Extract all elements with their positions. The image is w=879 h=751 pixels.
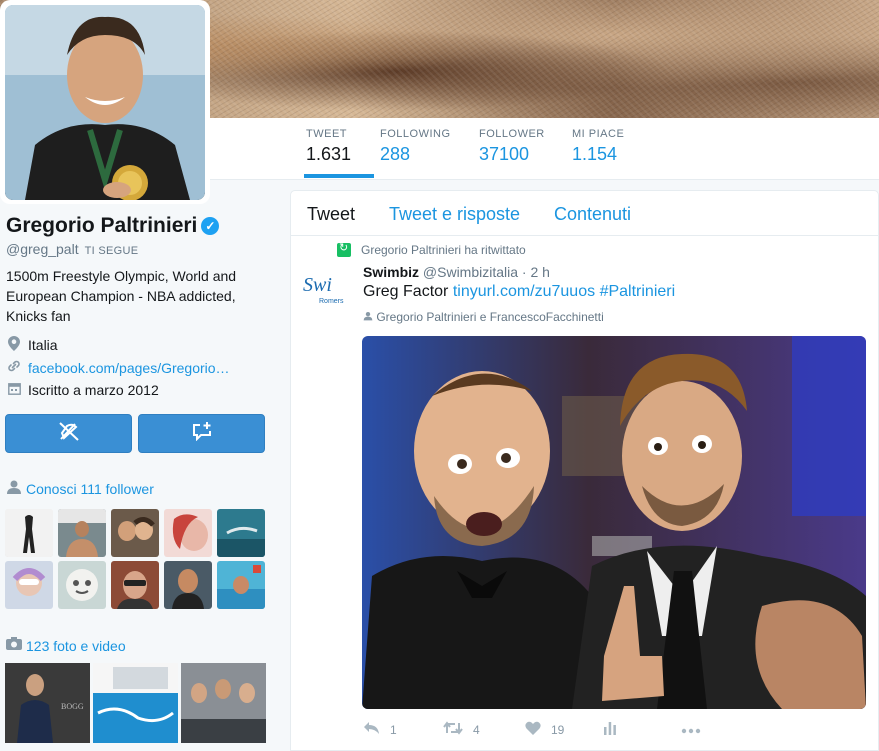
tweet-body: Greg Factor <box>363 283 449 300</box>
media-thumb[interactable]: BOGG <box>5 663 90 743</box>
like-button[interactable]: 19 <box>525 721 564 738</box>
retweeted-by-text[interactable]: Gregorio Paltrinieri ha ritwittato <box>361 243 526 257</box>
compose-feather-icon <box>58 421 80 446</box>
analytics-button[interactable] <box>603 721 617 738</box>
heart-icon <box>525 721 541 738</box>
profile-avatar[interactable] <box>5 5 205 200</box>
reply-button[interactable]: 1 <box>363 721 397 738</box>
location-text: Italia <box>28 337 58 353</box>
follower-thumb[interactable] <box>58 509 106 557</box>
follower-thumb[interactable] <box>217 509 265 557</box>
nav-active-indicator <box>304 174 374 178</box>
profile-joined: Iscritto a marzo 2012 <box>6 382 159 398</box>
photos-videos-link[interactable]: 123 foto e video <box>6 637 126 654</box>
joined-text: Iscritto a marzo 2012 <box>28 382 159 398</box>
link-icon <box>6 359 22 376</box>
nav-label: FOLLOWER <box>479 128 545 140</box>
user-icon <box>6 480 22 498</box>
photos-videos-text: 123 foto e video <box>26 637 126 654</box>
profile-handle-row: @greg_palt TI SEGUE <box>6 241 138 257</box>
profile-bio: 1500m Freestyle Olympic, World and Europ… <box>6 268 237 324</box>
follower-thumb[interactable] <box>5 561 53 609</box>
tweet-author-avatar[interactable]: Swi Romers <box>303 269 351 317</box>
bar-chart-icon <box>603 721 617 738</box>
profile-name[interactable]: Gregorio Paltrinieri ✓ <box>6 214 220 238</box>
media-thumb[interactable] <box>93 663 178 743</box>
tagged-users-text: Gregorio Paltrinieri e FrancescoFacchine… <box>376 310 604 324</box>
avatar-logo-subtext: Romers <box>319 298 344 305</box>
tagged-user-icon <box>363 310 376 324</box>
message-button[interactable] <box>138 414 265 453</box>
nav-label: MI PIACE <box>572 128 625 140</box>
nav-label: FOLLOWING <box>380 128 451 140</box>
like-count: 19 <box>551 722 565 737</box>
tweet-time[interactable]: · 2 h <box>522 264 550 280</box>
follower-thumb[interactable] <box>164 509 212 557</box>
follower-thumb[interactable] <box>58 561 106 609</box>
svg-text:BOGG: BOGG <box>61 702 84 711</box>
follower-thumb[interactable] <box>111 561 159 609</box>
nav-value: 37100 <box>479 144 530 164</box>
tab-media[interactable]: Contenuti <box>554 204 631 225</box>
nav-label: TWEET <box>306 128 347 140</box>
timeline-tabs: Tweet Tweet e risposte Contenuti <box>291 191 878 236</box>
retweet-button[interactable]: 4 <box>443 721 480 738</box>
timeline: Tweet Tweet e risposte Contenuti Gregori… <box>290 190 879 751</box>
followers-you-know-text: Conosci 111 follower <box>26 481 154 497</box>
avatar-logo-text: Swi <box>303 274 332 296</box>
reply-icon <box>363 721 380 738</box>
more-dots-icon <box>681 721 701 737</box>
tweet-photo[interactable] <box>362 336 866 709</box>
nav-tweets[interactable]: TWEET 1.631 <box>306 128 351 165</box>
media-thumb[interactable] <box>181 663 266 743</box>
profile-avatar-frame <box>0 0 210 204</box>
more-button[interactable] <box>681 721 701 737</box>
tweet-text: Greg Factor tinyurl.com/zu7uuos #Paltrin… <box>363 283 675 301</box>
website-link[interactable]: facebook.com/pages/Gregorio… <box>28 360 230 376</box>
calendar-icon <box>6 382 22 398</box>
profile-handle[interactable]: @greg_palt <box>6 241 79 257</box>
nav-following[interactable]: FOLLOWING 288 <box>380 128 451 165</box>
profile-location: Italia <box>6 336 58 354</box>
retweet-icon <box>337 241 351 257</box>
tweet-actions: 1 4 19 <box>363 721 783 743</box>
retweet-context: Gregorio Paltrinieri ha ritwittato <box>337 241 526 257</box>
follower-thumb[interactable] <box>111 509 159 557</box>
tweet-author-handle[interactable]: @Swimbizitalia <box>423 264 518 280</box>
camera-icon <box>6 637 22 654</box>
follower-thumb[interactable] <box>217 561 265 609</box>
new-message-icon <box>191 421 213 446</box>
tweet-header: Swimbiz @Swimbizitalia · 2 h <box>363 264 550 280</box>
nav-value: 288 <box>380 144 411 164</box>
tweet-hashtag[interactable]: #Paltrinieri <box>600 283 676 300</box>
nav-followers[interactable]: FOLLOWER 37100 <box>479 128 545 165</box>
tweet-author-name[interactable]: Swimbiz <box>363 264 419 280</box>
nav-value: 1.631 <box>306 144 352 164</box>
profile-website: facebook.com/pages/Gregorio… <box>6 359 230 376</box>
nav-likes[interactable]: MI PIACE 1.154 <box>572 128 624 165</box>
follower-thumb[interactable] <box>5 509 53 557</box>
tagged-users[interactable]: Gregorio Paltrinieri e FrancescoFacchine… <box>363 310 604 324</box>
tweet-to-button[interactable] <box>5 414 132 453</box>
nav-value: 1.154 <box>572 144 618 164</box>
verified-badge-icon: ✓ <box>201 217 220 235</box>
follows-you-label: TI SEGUE <box>84 245 139 257</box>
tweet-link[interactable]: tinyurl.com/zu7uuos <box>453 283 595 300</box>
follower-thumb[interactable] <box>164 561 212 609</box>
followers-you-know-link[interactable]: Conosci 111 follower <box>6 480 154 498</box>
profile-name-text: Gregorio Paltrinieri <box>6 214 198 237</box>
location-pin-icon <box>6 336 22 354</box>
retweet-count: 4 <box>473 722 480 737</box>
tab-tweets[interactable]: Tweet <box>307 204 355 225</box>
tab-tweets-replies[interactable]: Tweet e risposte <box>389 204 520 225</box>
reply-count: 1 <box>390 722 397 737</box>
retweet-action-icon <box>443 721 463 738</box>
profile-nav: TWEET 1.631 FOLLOWING 288 FOLLOWER 37100… <box>210 118 879 180</box>
